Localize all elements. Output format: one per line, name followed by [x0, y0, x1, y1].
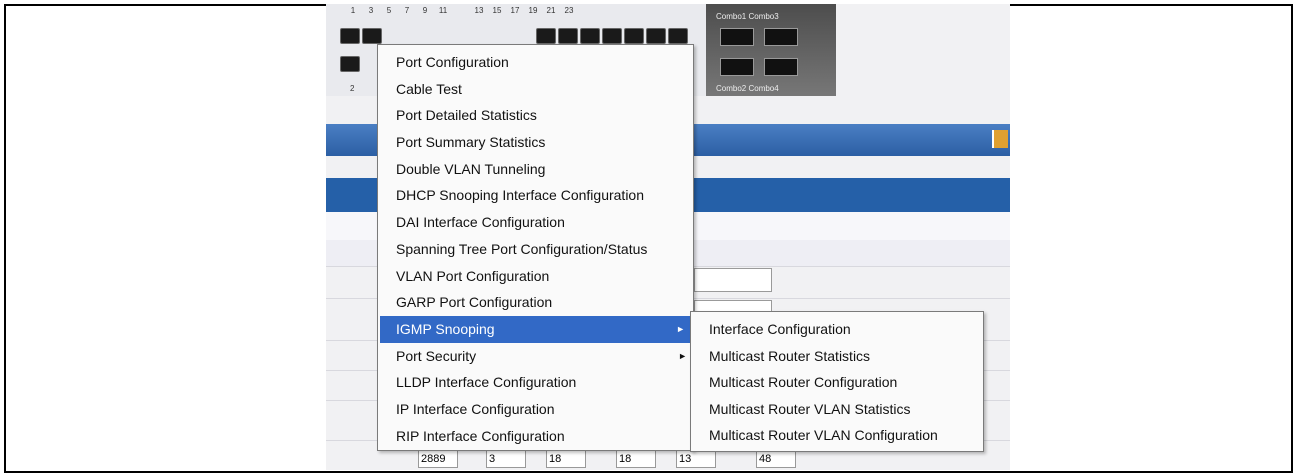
port-number: 9: [422, 6, 428, 15]
port-number: 15: [492, 6, 502, 15]
combo-port[interactable]: [764, 58, 798, 76]
igmp-snooping-submenu: Interface Configuration Multicast Router…: [690, 311, 984, 452]
port-number: 17: [510, 6, 520, 15]
port-number: 3: [368, 6, 374, 15]
menu-item-label: Double VLAN Tunneling: [396, 160, 546, 177]
menu-item-igmp-snooping[interactable]: IGMP Snooping ►: [380, 315, 691, 343]
menu-item-label: GARP Port Configuration: [396, 294, 553, 311]
submenu-item-label: Multicast Router Statistics: [709, 347, 871, 364]
toolbar-edit-icon[interactable]: [992, 130, 1008, 148]
menu-item-label: LLDP Interface Configuration: [396, 374, 577, 391]
menu-item-lldp-interface-configuration[interactable]: LLDP Interface Configuration: [378, 369, 693, 396]
ip-octet-field[interactable]: 3: [486, 448, 526, 468]
submenu-item-label: Multicast Router VLAN Statistics: [709, 400, 911, 417]
ip-octet-field[interactable]: 18: [616, 448, 656, 468]
submenu-item-multicast-router-configuration[interactable]: Multicast Router Configuration: [691, 369, 983, 396]
ethernet-port[interactable]: [536, 28, 556, 44]
menu-item-label: IP Interface Configuration: [396, 400, 555, 417]
port-number: 2: [350, 84, 355, 93]
combo-top-label: Combo1 Combo3: [716, 12, 779, 21]
menu-item-label: Port Summary Statistics: [396, 134, 546, 151]
submenu-arrow-icon: ►: [678, 350, 687, 361]
submenu-arrow-icon: ►: [676, 323, 685, 334]
ip-octet-value: 2889: [421, 453, 446, 465]
ethernet-port[interactable]: [646, 28, 666, 44]
port-number: 11: [438, 6, 448, 15]
ethernet-port[interactable]: [602, 28, 622, 44]
port-number: 13: [474, 6, 484, 15]
port-number: 1: [350, 6, 356, 15]
port-number: 7: [404, 6, 410, 15]
ip-octet-value: 48: [759, 453, 772, 465]
ethernet-port[interactable]: [558, 28, 578, 44]
menu-item-port-summary-statistics[interactable]: Port Summary Statistics: [378, 129, 693, 156]
combo-port[interactable]: [720, 58, 754, 76]
ip-octet-value: 18: [619, 453, 632, 465]
port-context-menu: Port Configuration Cable Test Port Detai…: [377, 44, 694, 451]
menu-item-label: VLAN Port Configuration: [396, 267, 550, 284]
menu-item-label: IGMP Snooping: [396, 320, 495, 337]
menu-item-port-configuration[interactable]: Port Configuration: [378, 49, 693, 76]
submenu-item-multicast-router-vlan-configuration[interactable]: Multicast Router VLAN Configuration: [691, 422, 983, 449]
menu-item-garp-port-configuration[interactable]: GARP Port Configuration: [378, 289, 693, 316]
menu-item-double-vlan-tunneling[interactable]: Double VLAN Tunneling: [378, 156, 693, 183]
ethernet-port[interactable]: [624, 28, 644, 44]
menu-item-ip-interface-configuration[interactable]: IP Interface Configuration: [378, 396, 693, 423]
top-port-numbers: 1 3 5 7 9 11 13 15 17 19 21 23: [344, 6, 578, 15]
menu-item-spanning-tree-port-configuration[interactable]: Spanning Tree Port Configuration/Status: [378, 236, 693, 263]
submenu-item-label: Interface Configuration: [709, 321, 851, 337]
ethernet-port[interactable]: [362, 28, 382, 44]
menu-item-label: Cable Test: [396, 80, 462, 97]
port-number: 5: [386, 6, 392, 15]
combo-bottom-label: Combo2 Combo4: [716, 84, 779, 93]
ethernet-port[interactable]: [580, 28, 600, 44]
submenu-item-label: Multicast Router VLAN Configuration: [709, 427, 938, 444]
menu-item-dhcp-snooping-interface-configuration[interactable]: DHCP Snooping Interface Configuration: [378, 182, 693, 209]
port-number: 23: [564, 6, 574, 15]
combo-port[interactable]: [764, 28, 798, 46]
menu-item-label: DAI Interface Configuration: [396, 214, 565, 231]
menu-item-dai-interface-configuration[interactable]: DAI Interface Configuration: [378, 209, 693, 236]
ip-octet-value: 13: [679, 453, 692, 465]
menu-item-label: RIP Interface Configuration: [396, 427, 565, 444]
menu-item-rip-interface-configuration[interactable]: RIP Interface Configuration: [378, 423, 693, 450]
ethernet-port[interactable]: [668, 28, 688, 44]
menu-item-label: Spanning Tree Port Configuration/Status: [396, 240, 648, 257]
ip-octet-value: 18: [549, 453, 562, 465]
combo-ports-panel: Combo1 Combo3 Combo2 Combo4: [706, 4, 836, 96]
port-number: 19: [528, 6, 538, 15]
port-number: 21: [546, 6, 556, 15]
ip-octet-field[interactable]: 18: [546, 448, 586, 468]
menu-item-cable-test[interactable]: Cable Test: [378, 76, 693, 103]
menu-item-port-detailed-statistics[interactable]: Port Detailed Statistics: [378, 102, 693, 129]
menu-item-port-security[interactable]: Port Security ►: [378, 343, 693, 370]
menu-item-label: Port Detailed Statistics: [396, 107, 537, 124]
submenu-item-label: Multicast Router Configuration: [709, 374, 898, 391]
ethernet-port[interactable]: [340, 28, 360, 44]
submenu-item-interface-configuration[interactable]: Interface Configuration: [691, 316, 983, 343]
menu-item-label: Port Security: [396, 347, 477, 364]
submenu-item-multicast-router-statistics[interactable]: Multicast Router Statistics: [691, 343, 983, 370]
combo-port[interactable]: [720, 28, 754, 46]
menu-item-label: DHCP Snooping Interface Configuration: [396, 187, 645, 204]
menu-item-vlan-port-configuration[interactable]: VLAN Port Configuration: [378, 263, 693, 290]
submenu-item-multicast-router-vlan-statistics[interactable]: Multicast Router VLAN Statistics: [691, 396, 983, 423]
menu-item-label: Port Configuration: [396, 54, 509, 70]
ip-octet-value: 3: [489, 453, 496, 465]
ip-octet-field[interactable]: 2889: [418, 448, 458, 468]
ethernet-port[interactable]: [340, 56, 360, 72]
form-input[interactable]: [694, 268, 772, 292]
